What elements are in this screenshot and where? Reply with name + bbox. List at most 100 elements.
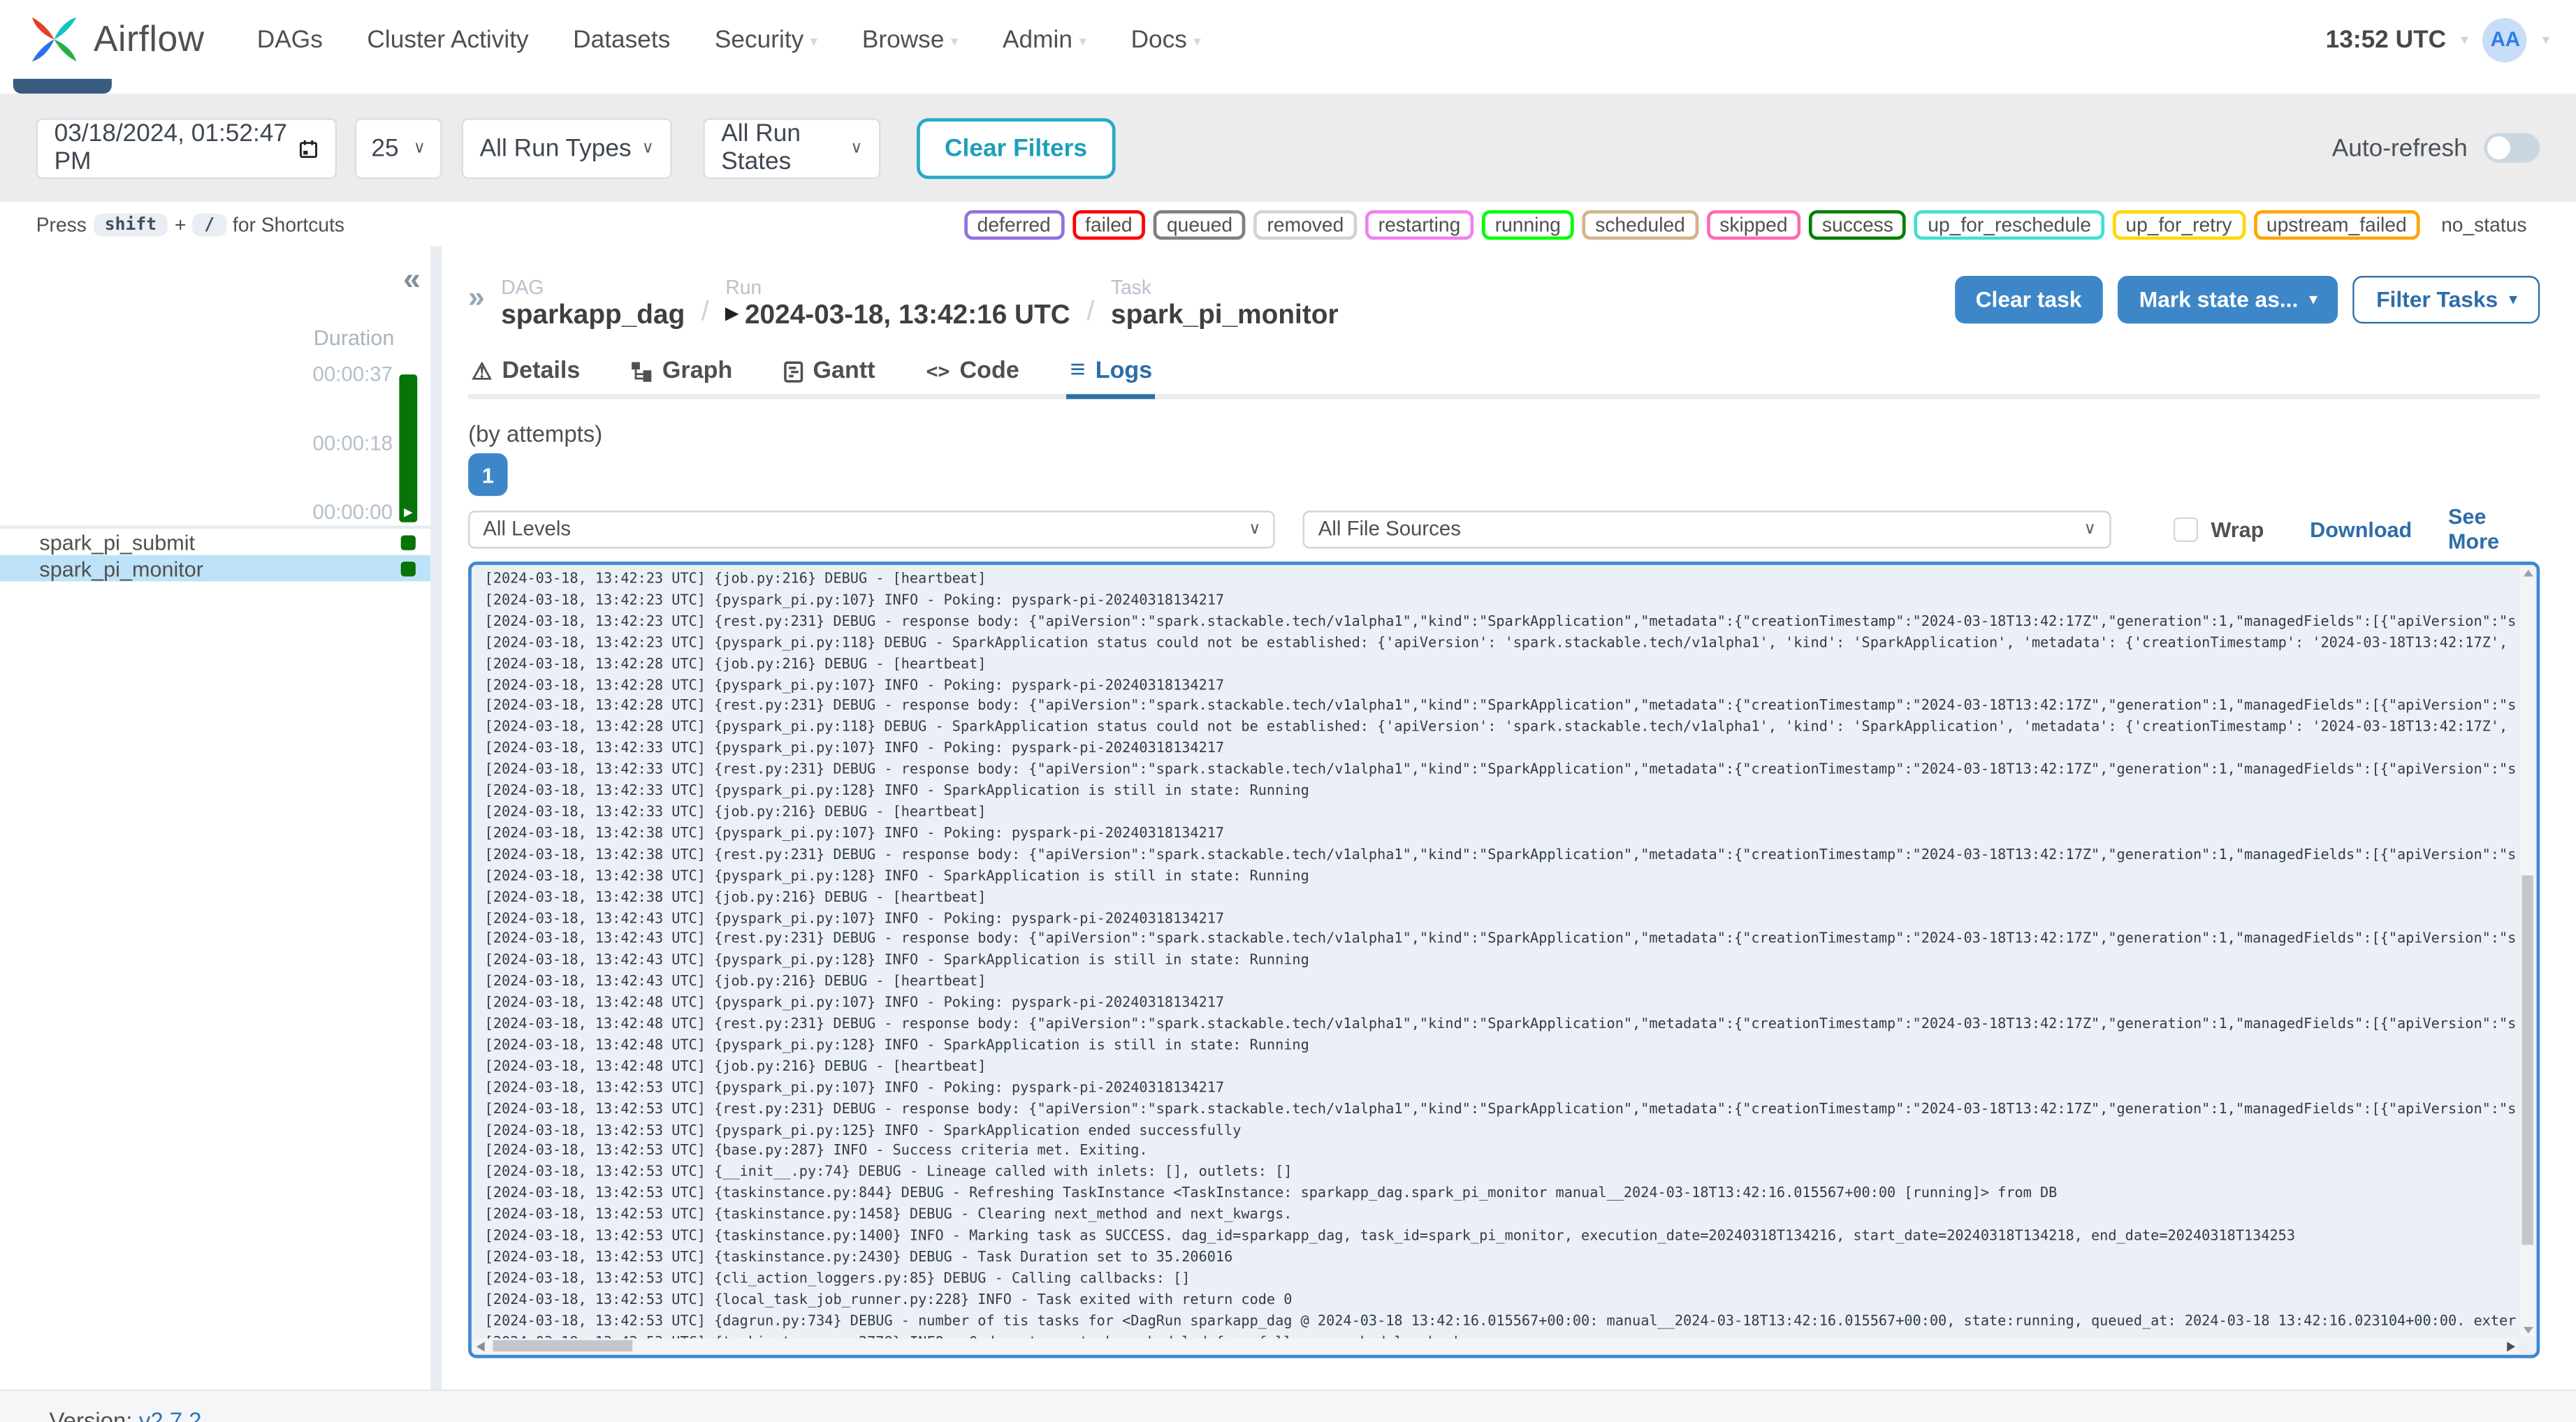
task-status-square[interactable] xyxy=(400,561,416,576)
log-line: [2024-03-18, 13:42:53 UTC] {cli_action_l… xyxy=(484,1270,1191,1288)
chevron-down-icon: ∨ xyxy=(1249,520,1261,538)
log-line: [2024-03-18, 13:42:38 UTC] {pyspark_pi.p… xyxy=(484,868,1309,885)
file-source-select[interactable]: All File Sources ∨ xyxy=(1303,510,2111,548)
log-line: [2024-03-18, 13:42:23 UTC] {rest.py:231}… xyxy=(484,613,2517,631)
task-row-spark-pi-submit[interactable]: spark_pi_submit xyxy=(0,529,431,555)
nav-datasets[interactable]: Datasets xyxy=(573,25,670,53)
tab-gantt[interactable]: Gantt xyxy=(780,350,879,400)
graph-icon xyxy=(631,360,653,382)
utc-clock[interactable]: 13:52 UTC xyxy=(2326,25,2446,53)
manual-run-play-icon: ▶ xyxy=(403,507,413,520)
download-logs-link[interactable]: Download xyxy=(2310,517,2412,541)
log-line: [2024-03-18, 13:42:28 UTC] {pyspark_pi.p… xyxy=(484,719,2517,737)
scrolled-button-remnant[interactable] xyxy=(13,78,112,94)
pinwheel-icon xyxy=(32,17,77,62)
legend-badge-removed: removed xyxy=(1253,209,1358,240)
nav-browse[interactable]: Browse ▾ xyxy=(862,25,959,53)
log-line: [2024-03-18, 13:42:53 UTC] {taskinstance… xyxy=(484,1229,2296,1245)
log-line: [2024-03-18, 13:42:53 UTC] {base.py:287}… xyxy=(484,1143,1148,1161)
nav-dags[interactable]: DAGs xyxy=(257,25,323,53)
log-line: [2024-03-18, 13:42:33 UTC] {pyspark_pi.p… xyxy=(484,741,1225,758)
version-link[interactable]: v2.7.2 xyxy=(139,1407,202,1422)
breadcrumb-run-label: Run xyxy=(725,276,762,299)
mark-state-button[interactable]: Mark state as... ▾ xyxy=(2118,276,2339,324)
run-states-select[interactable]: All Run States ∨ xyxy=(703,117,881,179)
breadcrumb-dag-label: DAG xyxy=(501,276,544,299)
task-status-square[interactable] xyxy=(400,534,416,550)
breadcrumb-separator: / xyxy=(701,295,709,327)
page-size-select[interactable]: 25 ∨ xyxy=(354,117,442,179)
run-types-select[interactable]: All Run Types ∨ xyxy=(461,117,672,179)
horizontal-scrollbar[interactable] xyxy=(473,1338,2519,1354)
tab-code[interactable]: <> Code xyxy=(923,350,1023,400)
nav-security[interactable]: Security ▾ xyxy=(715,25,817,53)
dag-run-duration-bar[interactable]: ▶ xyxy=(399,374,418,522)
code-icon: <> xyxy=(926,359,950,383)
nav-docs[interactable]: Docs ▾ xyxy=(1131,25,1201,53)
log-level-select[interactable]: All Levels ∨ xyxy=(468,510,1276,548)
tab-details[interactable]: ⚠ Details xyxy=(468,350,583,400)
logs-icon: ≡ xyxy=(1070,356,1086,385)
horizontal-scrollbar-thumb[interactable] xyxy=(493,1340,633,1352)
wrap-checkbox[interactable] xyxy=(2173,516,2198,541)
log-line: [2024-03-18, 13:42:33 UTC] {pyspark_pi.p… xyxy=(484,783,1309,800)
legend-badge-queued: queued xyxy=(1154,209,1246,240)
tab-graph[interactable]: Graph xyxy=(628,350,736,400)
log-line: [2024-03-18, 13:42:38 UTC] {rest.py:231}… xyxy=(484,846,2517,864)
legend-badge-no-status: no_status xyxy=(2441,212,2527,236)
attempts-caption: (by attempts) xyxy=(468,420,603,447)
base-date-input[interactable]: 03/18/2024, 01:52:47 PM xyxy=(36,117,337,179)
legend-badge-running: running xyxy=(1481,209,1574,240)
log-line: [2024-03-18, 13:42:53 UTC] {__init__.py:… xyxy=(484,1165,1293,1182)
log-line: [2024-03-18, 13:42:53 UTC] {rest.py:231}… xyxy=(484,1101,2517,1118)
attempt-1-button[interactable]: 1 xyxy=(468,453,508,497)
task-tabs: ⚠ Details Graph Gantt <> Code ≡ Logs xyxy=(468,350,2540,400)
legend-badge-failed: failed xyxy=(1072,209,1146,240)
nav-admin[interactable]: Admin ▾ xyxy=(1003,25,1086,53)
play-icon: ▶ xyxy=(725,305,738,324)
log-line: [2024-03-18, 13:42:53 UTC] {taskinstance… xyxy=(484,1207,1293,1224)
duration-tick: 00:00:37 xyxy=(312,362,393,386)
log-line: [2024-03-18, 13:42:23 UTC] {pyspark_pi.p… xyxy=(484,635,2517,652)
clear-task-button[interactable]: Clear task xyxy=(1954,276,2103,324)
filter-tasks-button[interactable]: Filter Tasks ▾ xyxy=(2353,276,2540,324)
expand-panel-icon[interactable]: » xyxy=(468,282,485,311)
log-lines: [2024-03-18, 13:42:23 UTC] {job.py:216} … xyxy=(472,565,2537,1354)
wrap-label: Wrap xyxy=(2211,516,2264,541)
tab-logs[interactable]: ≡ Logs xyxy=(1066,350,1156,400)
log-line: [2024-03-18, 13:42:38 UTC] {job.py:216} … xyxy=(484,889,987,907)
breadcrumb-run-link[interactable]: ▶ 2024-03-18, 13:42:16 UTC xyxy=(725,299,1070,332)
caret-down-icon: ▾ xyxy=(2461,30,2468,47)
state-legend: deferred failed queued removed restartin… xyxy=(963,209,2540,240)
nav-cluster-activity[interactable]: Cluster Activity xyxy=(367,25,528,53)
task-actions: Clear task Mark state as... ▾ Filter Task… xyxy=(1954,276,2540,324)
breadcrumb-dag-link[interactable]: sparkapp_dag xyxy=(501,299,685,332)
vertical-scrollbar[interactable] xyxy=(2520,566,2535,1337)
scroll-up-arrow-icon[interactable] xyxy=(2522,569,2533,577)
see-more-link[interactable]: See More xyxy=(2448,504,2540,554)
avatar[interactable]: AA xyxy=(2483,17,2528,62)
scroll-left-arrow-icon[interactable] xyxy=(476,1340,485,1351)
log-line: [2024-03-18, 13:42:53 UTC] {taskinstance… xyxy=(484,1186,2058,1203)
collapse-sidebar-button[interactable]: « xyxy=(403,265,421,296)
auto-refresh-toggle[interactable] xyxy=(2484,133,2540,163)
vertical-scrollbar-thumb[interactable] xyxy=(2522,874,2533,1245)
legend-badge-up-for-reschedule: up_for_reschedule xyxy=(1914,209,2104,240)
log-line: [2024-03-18, 13:42:23 UTC] {pyspark_pi.p… xyxy=(484,592,1225,610)
footer: Version: v2.7.2 xyxy=(0,1389,2576,1422)
duration-tick: 00:00:18 xyxy=(312,432,393,455)
version-label: Version: xyxy=(49,1407,133,1422)
task-row-spark-pi-monitor[interactable]: spark_pi_monitor xyxy=(0,555,431,582)
legend-badge-restarting: restarting xyxy=(1365,209,1474,240)
airflow-logo[interactable]: Airflow xyxy=(23,8,205,71)
breadcrumb-task-link[interactable]: spark_pi_monitor xyxy=(1111,299,1339,332)
clear-filters-button[interactable]: Clear Filters xyxy=(917,117,1115,179)
scroll-right-arrow-icon[interactable] xyxy=(2507,1340,2515,1351)
panel-resize-gutter[interactable] xyxy=(430,246,442,1390)
wrap-control: Wrap xyxy=(2173,516,2264,541)
log-line: [2024-03-18, 13:42:28 UTC] {rest.py:231}… xyxy=(484,698,2517,715)
top-navbar: Airflow DAGs Cluster Activity Datasets S… xyxy=(0,0,2576,79)
scroll-down-arrow-icon[interactable] xyxy=(2522,1326,2533,1334)
breadcrumb-run: Run ▶ 2024-03-18, 13:42:16 UTC xyxy=(725,276,1070,332)
log-line: [2024-03-18, 13:42:53 UTC] {pyspark_pi.p… xyxy=(484,1122,1242,1139)
